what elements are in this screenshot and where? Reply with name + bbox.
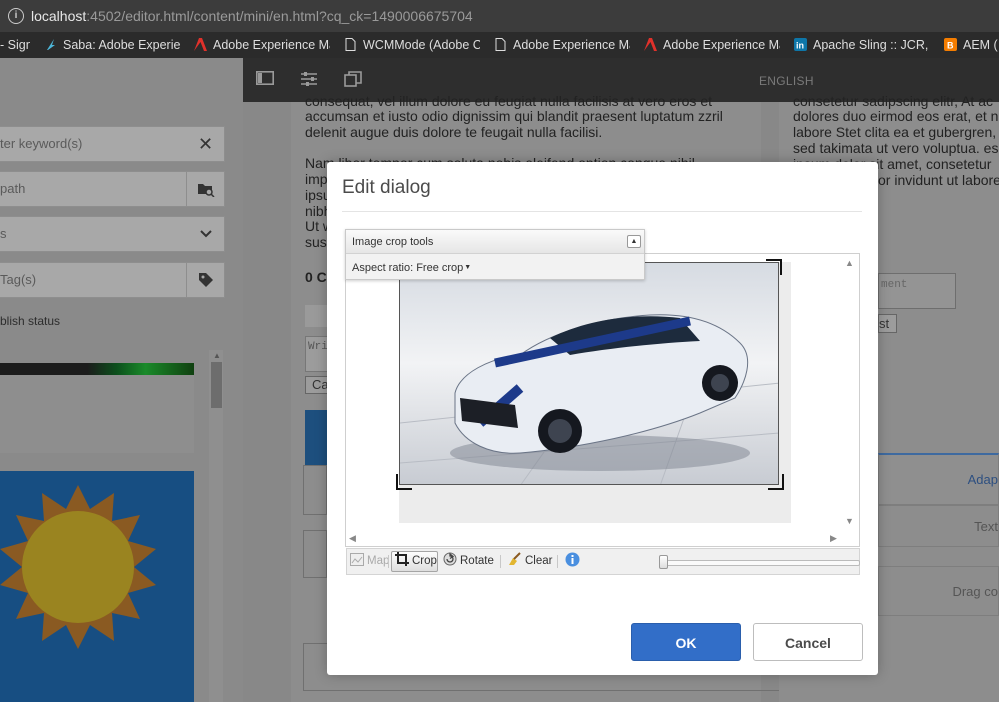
avatar: [305, 305, 327, 327]
paragraph-line[interactable]: imp: [305, 171, 328, 188]
map-button[interactable]: Map: [350, 552, 389, 571]
tab-text[interactable]: Text: [878, 505, 999, 547]
bookmark-item[interactable]: Adobe Experience Ma: [644, 36, 780, 54]
ok-button[interactable]: OK: [631, 623, 741, 661]
scroll-left-icon[interactable]: ◀: [349, 533, 356, 544]
crop-icon: [395, 552, 409, 566]
linkedin-icon: in: [794, 38, 807, 51]
zoom-slider-handle[interactable]: [659, 555, 668, 569]
divider: [342, 211, 862, 212]
post-button[interactable]: st: [878, 314, 897, 333]
paragraph-line[interactable]: dolores duo eirmod eos erat, et n: [793, 108, 998, 125]
component-placeholder[interactable]: [303, 530, 327, 578]
crop-tools-title: Image crop tools: [352, 236, 434, 248]
side-panel-toggle-icon[interactable]: [255, 71, 275, 89]
language-label: ENGLISH: [759, 74, 814, 88]
paragraph-line[interactable]: sed takimata ut vero voluptua. es: [793, 140, 998, 157]
broom-icon: [509, 552, 521, 565]
comments-count: 0 C: [305, 269, 327, 285]
bookmark-item[interactable]: Adobe Experience Ma: [194, 36, 330, 54]
svg-text:B: B: [947, 41, 954, 51]
tags-field[interactable]: Tag(s): [0, 262, 225, 298]
component-placeholder[interactable]: [303, 465, 327, 515]
chevron-down-icon: [187, 217, 224, 251]
bookmark-item[interactable]: Saba: Adobe Experien: [44, 36, 180, 54]
bookmark-item[interactable]: Adobe Experience Ma: [494, 36, 630, 54]
info-icon[interactable]: i: [8, 8, 24, 24]
adobe-icon: [644, 38, 657, 51]
search-input[interactable]: ter keyword(s) ✕: [0, 126, 225, 162]
asset-thumbnail[interactable]: [0, 375, 194, 453]
car-photo: [400, 263, 778, 484]
scroll-right-icon[interactable]: ▶: [830, 533, 837, 544]
clear-button[interactable]: Clear: [507, 552, 552, 571]
bookmark-item[interactable]: WCMMode (Adobe C: [344, 36, 480, 54]
tag-icon[interactable]: [186, 263, 224, 297]
collapse-icon[interactable]: ▲: [627, 235, 641, 248]
bookmark-item[interactable]: - Sign: [0, 36, 30, 54]
bookmark-item[interactable]: B AEM (: [944, 36, 999, 54]
publish-status-label[interactable]: blish status: [0, 314, 60, 328]
browse-path-icon[interactable]: [186, 172, 224, 206]
properties-icon[interactable]: [299, 71, 319, 89]
chevron-down-icon: ▼: [464, 264, 472, 271]
map-icon: [350, 553, 364, 566]
tab-adaptive[interactable]: Adap: [878, 453, 999, 505]
dialog-title: Edit dialog: [342, 177, 431, 198]
comment-textarea[interactable]: ment: [878, 273, 956, 309]
info-circle-icon: [565, 552, 580, 567]
crop-button-label[interactable]: Crop: [395, 552, 437, 571]
rotate-icon: [443, 552, 457, 566]
saba-icon: [47, 39, 55, 50]
paragraph-line[interactable]: sus: [305, 234, 327, 251]
info-button[interactable]: [565, 552, 580, 571]
paragraph-line[interactable]: delenit augue duis dolore te feugait nul…: [305, 124, 602, 141]
page-icon: [495, 38, 506, 51]
divider: [500, 555, 501, 568]
paragraph-line[interactable]: accumsan et iusto odio dignissim qui bla…: [305, 108, 723, 125]
sun-asset-thumbnail[interactable]: [0, 471, 194, 702]
zoom-slider[interactable]: [660, 560, 860, 566]
adobe-icon: [194, 38, 207, 51]
car-image[interactable]: [399, 262, 779, 485]
close-icon[interactable]: ✕: [187, 127, 224, 161]
page-icon: [345, 38, 356, 51]
scroll-up-icon[interactable]: ▲: [845, 258, 854, 268]
cancel-button[interactable]: Cancel: [753, 623, 863, 661]
paragraph-line[interactable]: labore Stet clita ea et gubergren,: [793, 124, 996, 141]
sun-image: [0, 471, 194, 702]
path-field[interactable]: path: [0, 171, 225, 207]
blogger-icon: B: [944, 38, 957, 51]
crop-handle-bottom-right[interactable]: [768, 474, 784, 490]
aspect-ratio-dropdown[interactable]: Aspect ratio: Free crop▼: [352, 262, 471, 274]
image-thumbnail[interactable]: [305, 410, 327, 465]
crop-handle-bottom-left[interactable]: [396, 474, 412, 490]
rotate-button[interactable]: Rotate: [443, 552, 494, 571]
scroll-down-icon[interactable]: ▼: [845, 516, 854, 526]
bookmark-item[interactable]: inApache Sling :: JCR, OS: [794, 36, 930, 54]
emulator-icon[interactable]: [343, 71, 363, 89]
divider: [388, 555, 389, 568]
divider: [557, 555, 558, 568]
scroll-up-icon[interactable]: ▲: [213, 351, 221, 360]
crop-handle-top-right[interactable]: [766, 259, 782, 275]
url-text[interactable]: localhost:4502/editor.html/content/mini/…: [31, 8, 473, 24]
svg-text:in: in: [796, 41, 804, 51]
asset-thumbnail[interactable]: [0, 363, 194, 375]
drag-component-zone[interactable]: Drag co: [878, 566, 999, 616]
type-select[interactable]: s: [0, 216, 225, 252]
scroll-thumb[interactable]: [211, 362, 222, 408]
paragraph-line[interactable]: or invidunt ut labore: [878, 172, 999, 189]
